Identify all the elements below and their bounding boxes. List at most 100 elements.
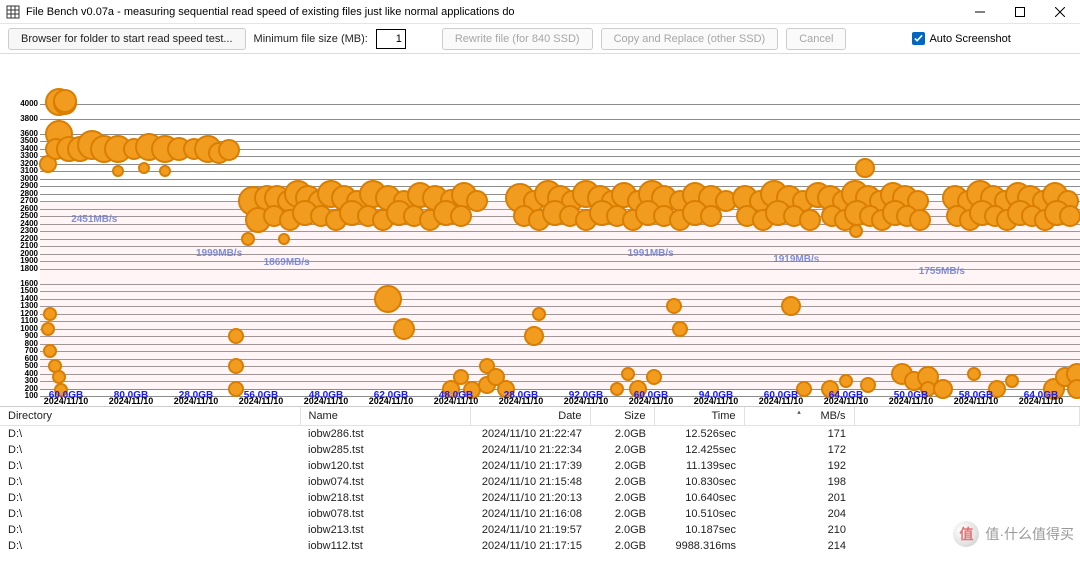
x-date-label: 2024/11/10 xyxy=(239,396,284,406)
table-cell: 171 xyxy=(744,426,854,443)
data-point xyxy=(112,165,124,177)
table-cell: 2024/11/10 21:19:57 xyxy=(470,522,590,538)
data-point xyxy=(532,307,546,321)
table-row[interactable]: D:\iobw213.tst2024/11/10 21:19:572.0GB10… xyxy=(0,522,1080,538)
avg-speed-label: 2451MB/s xyxy=(71,214,117,225)
chart-area: 4000380036003500340033003200310030002900… xyxy=(0,54,1080,406)
table-row[interactable]: D:\iobw218.tst2024/11/10 21:20:132.0GB10… xyxy=(0,490,1080,506)
avg-speed-label: 1755MB/s xyxy=(919,266,965,277)
table-cell: iobw112.tst xyxy=(300,538,470,554)
data-point xyxy=(524,326,544,346)
data-point xyxy=(43,344,57,358)
table-cell: 210 xyxy=(744,522,854,538)
table-row[interactable]: D:\iobw120.tst2024/11/10 21:17:392.0GB11… xyxy=(0,458,1080,474)
data-point xyxy=(374,285,402,313)
checkbox-checked-icon xyxy=(912,32,925,45)
table-cell: iobw286.tst xyxy=(300,426,470,443)
table-cell: 10.187sec xyxy=(654,522,744,538)
table-row[interactable]: D:\iobw285.tst2024/11/10 21:22:342.0GB12… xyxy=(0,442,1080,458)
column-header[interactable]: ▴MB/s xyxy=(744,407,854,426)
table-cell: iobw074.tst xyxy=(300,474,470,490)
data-point xyxy=(909,209,931,231)
avg-speed-label: 1991MB/s xyxy=(628,248,674,259)
column-header[interactable]: Size xyxy=(590,407,654,426)
table-cell: 10.510sec xyxy=(654,506,744,522)
column-header[interactable]: Time xyxy=(654,407,744,426)
data-point xyxy=(646,369,662,385)
data-point xyxy=(52,370,66,384)
x-date-label: 2024/11/10 xyxy=(954,396,999,406)
x-date-label: 2024/11/10 xyxy=(44,396,89,406)
browse-button[interactable]: Browser for folder to start read speed t… xyxy=(8,28,246,50)
avg-speed-label: 1919MB/s xyxy=(773,254,819,265)
x-date-label: 2024/11/10 xyxy=(499,396,544,406)
table-header-row: DirectoryNameDateSizeTime▴MB/s xyxy=(0,407,1080,426)
table-cell: D:\ xyxy=(0,490,300,506)
table-cell: 198 xyxy=(744,474,854,490)
y-tick-label: 100 xyxy=(25,392,38,400)
table-cell: 10.830sec xyxy=(654,474,744,490)
column-header[interactable]: Date xyxy=(470,407,590,426)
table-cell: 2.0GB xyxy=(590,538,654,554)
data-point xyxy=(138,162,150,174)
data-point xyxy=(855,158,875,178)
table-cell: 2.0GB xyxy=(590,474,654,490)
min-size-label: Minimum file size (MB): xyxy=(254,33,368,45)
minimize-button[interactable] xyxy=(960,0,1000,23)
window-title: File Bench v0.07a - measuring sequential… xyxy=(26,6,515,18)
table-cell: D:\ xyxy=(0,506,300,522)
table-cell: D:\ xyxy=(0,442,300,458)
table-cell: iobw120.tst xyxy=(300,458,470,474)
table-cell: iobw078.tst xyxy=(300,506,470,522)
table-cell: 12.425sec xyxy=(654,442,744,458)
avg-speed-label: 1999MB/s xyxy=(196,248,242,259)
data-point xyxy=(53,89,77,113)
table-cell: D:\ xyxy=(0,522,300,538)
table-cell: D:\ xyxy=(0,474,300,490)
x-date-label: 2024/11/10 xyxy=(889,396,934,406)
data-point xyxy=(796,381,812,397)
data-point xyxy=(781,296,801,316)
table-cell: 214 xyxy=(744,538,854,554)
y-tick-label: 4000 xyxy=(20,100,38,108)
chart-plot[interactable]: 2451MB/s1999MB/s1869MB/s1991MB/s1919MB/s… xyxy=(40,54,1080,396)
table-cell: 201 xyxy=(744,490,854,506)
column-header[interactable]: Directory xyxy=(0,407,300,426)
table-row[interactable]: D:\iobw286.tst2024/11/10 21:22:472.0GB12… xyxy=(0,426,1080,443)
toolbar: Browser for folder to start read speed t… xyxy=(0,24,1080,54)
min-size-input[interactable] xyxy=(376,29,406,49)
data-point xyxy=(610,382,624,396)
table-cell: 11.139sec xyxy=(654,458,744,474)
rewrite-button[interactable]: Rewrite file (for 840 SSD) xyxy=(442,28,593,50)
auto-screenshot-label: Auto Screenshot xyxy=(929,33,1010,45)
table-cell: 2024/11/10 21:20:13 xyxy=(470,490,590,506)
column-header[interactable]: Name xyxy=(300,407,470,426)
x-date-label: 2024/11/10 xyxy=(759,396,804,406)
table-row[interactable]: D:\iobw112.tst2024/11/10 21:17:152.0GB99… xyxy=(0,538,1080,554)
table-cell: 2.0GB xyxy=(590,458,654,474)
table-cell: D:\ xyxy=(0,538,300,554)
data-point xyxy=(799,209,821,231)
table-cell: D:\ xyxy=(0,458,300,474)
table-cell: 2.0GB xyxy=(590,442,654,458)
x-date-label: 2024/11/10 xyxy=(434,396,479,406)
table-cell: 192 xyxy=(744,458,854,474)
y-axis-labels: 4000380036003500340033003200310030002900… xyxy=(0,54,40,396)
table-row[interactable]: D:\iobw078.tst2024/11/10 21:16:082.0GB10… xyxy=(0,506,1080,522)
maximize-button[interactable] xyxy=(1000,0,1040,23)
table-body: D:\iobw286.tst2024/11/10 21:22:472.0GB12… xyxy=(0,426,1080,555)
table-cell: iobw285.tst xyxy=(300,442,470,458)
cancel-button[interactable]: Cancel xyxy=(786,28,846,50)
x-date-label: 2024/11/10 xyxy=(369,396,414,406)
auto-screenshot-checkbox[interactable]: Auto Screenshot xyxy=(912,32,1010,45)
data-point xyxy=(700,205,722,227)
x-date-label: 2024/11/10 xyxy=(1019,396,1064,406)
table-cell: 10.640sec xyxy=(654,490,744,506)
data-point xyxy=(43,307,57,321)
table-cell: 2.0GB xyxy=(590,490,654,506)
copy-replace-button[interactable]: Copy and Replace (other SSD) xyxy=(601,28,779,50)
table-row[interactable]: D:\iobw074.tst2024/11/10 21:15:482.0GB10… xyxy=(0,474,1080,490)
table-cell: 2024/11/10 21:17:15 xyxy=(470,538,590,554)
close-button[interactable] xyxy=(1040,0,1080,23)
table-cell: 2.0GB xyxy=(590,426,654,443)
